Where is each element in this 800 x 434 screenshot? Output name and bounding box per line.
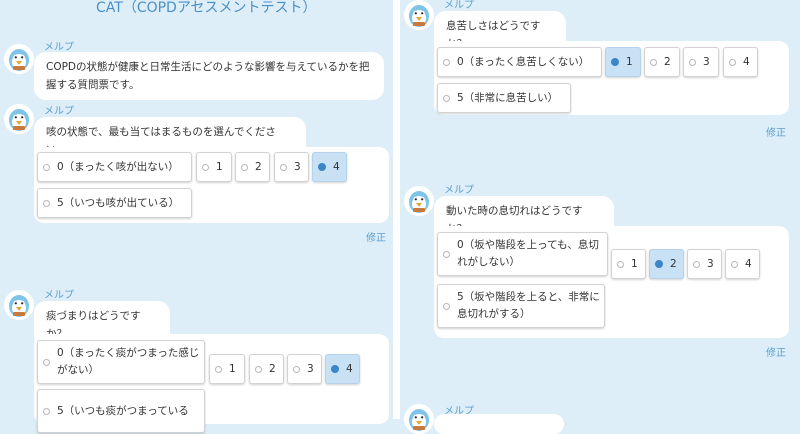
radio-icon (43, 407, 50, 415)
option-breathless-3[interactable]: 3 (683, 47, 719, 77)
chat-column-right: メルプ 息苦しさはどうですか？ 0（まったく息苦しくない） 1 2 3 4 5（… (400, 0, 800, 434)
radio-icon (255, 365, 262, 373)
option-label: 4 (745, 257, 752, 270)
option-label: 3 (307, 362, 314, 375)
penguin-avatar-icon (404, 404, 434, 434)
option-cough-0[interactable]: 0（まったく咳が出ない） (37, 152, 192, 182)
option-breathless-4[interactable]: 4 (723, 47, 758, 77)
chat-column-left: CAT（COPDアセスメントテスト） メルプ COPDの状態が健康と日常生活にど… (0, 0, 393, 433)
option-phlegm-1[interactable]: 1 (209, 354, 245, 384)
option-label: 0（坂や階段を上っても、息切れがしない） (457, 239, 599, 268)
option-label: 1 (626, 55, 633, 68)
option-exertion-1[interactable]: 1 (611, 249, 646, 279)
sender-name: メルプ (44, 106, 74, 117)
option-label: 1 (216, 160, 223, 173)
option-label: 3 (703, 55, 710, 68)
option-label: 2 (664, 55, 671, 68)
option-breathless-0[interactable]: 0（まったく息苦しくない） (437, 47, 602, 77)
radio-icon (650, 58, 657, 66)
edit-answer-button[interactable]: 修正 (766, 344, 786, 359)
option-label: 1 (229, 362, 236, 375)
edit-answer-button[interactable]: 修正 (366, 229, 386, 244)
option-phlegm-2[interactable]: 2 (249, 354, 284, 384)
radio-icon (443, 94, 450, 102)
radio-icon (611, 58, 619, 66)
radio-icon (280, 163, 287, 171)
option-label: 0（まったく痰がつまった感じがない） (57, 347, 200, 376)
column-divider (393, 0, 400, 419)
radio-icon (202, 163, 209, 171)
option-label: 5（坂や階段を上ると、非常に息切れがする） (457, 291, 600, 320)
radio-icon (43, 199, 50, 207)
radio-icon (43, 358, 50, 366)
radio-icon (443, 302, 450, 310)
penguin-avatar-icon (4, 44, 34, 74)
option-label: 2 (255, 160, 262, 173)
option-label: 2 (670, 257, 677, 270)
option-breathless-5[interactable]: 5（非常に息苦しい） (437, 83, 571, 113)
option-label: 0（まったく息苦しくない） (457, 55, 590, 68)
radio-icon (43, 163, 50, 171)
option-exertion-3[interactable]: 3 (687, 249, 722, 279)
option-cough-5[interactable]: 5（いつも咳が出ている） (37, 188, 192, 218)
option-label: 4 (743, 55, 750, 68)
option-phlegm-0[interactable]: 0（まったく痰がつまった感じがない） (37, 340, 205, 384)
radio-icon (729, 58, 736, 66)
penguin-avatar-icon (4, 104, 34, 134)
message-bubble: COPDの状態が健康と日常生活にどのような影響を与えているかを把握する質問票です… (34, 52, 384, 100)
edit-answer-button[interactable]: 修正 (766, 124, 786, 139)
radio-icon (318, 163, 326, 171)
option-exertion-4[interactable]: 4 (725, 249, 760, 279)
sender-name: メルプ (44, 290, 74, 301)
penguin-avatar-icon (404, 186, 434, 216)
option-label: 4 (346, 362, 353, 375)
option-phlegm-4[interactable]: 4 (325, 354, 360, 384)
option-exertion-0[interactable]: 0（坂や階段を上っても、息切れがしない） (437, 232, 608, 276)
answer-panel-cough: 0（まったく咳が出ない） 1 2 3 4 5（いつも咳が出ている） (34, 147, 389, 223)
penguin-avatar-icon (404, 0, 434, 30)
radio-icon (617, 260, 624, 268)
radio-icon (241, 163, 248, 171)
option-cough-1[interactable]: 1 (196, 152, 232, 182)
radio-icon (443, 250, 450, 258)
answer-panel-phlegm: 0（まったく痰がつまった感じがない） 1 2 3 4 5（いつも痰がつまっている (34, 334, 389, 433)
option-phlegm-3[interactable]: 3 (287, 354, 322, 384)
option-breathless-2[interactable]: 2 (644, 47, 680, 77)
option-label: 2 (269, 362, 276, 375)
option-label: 3 (707, 257, 714, 270)
option-cough-2[interactable]: 2 (235, 152, 270, 182)
option-cough-4[interactable]: 4 (312, 152, 347, 182)
sender-name: メルプ (44, 42, 74, 53)
radio-icon (689, 58, 696, 66)
option-exertion-5[interactable]: 5（坂や階段を上ると、非常に息切れがする） (437, 284, 605, 328)
option-label: 5（非常に息苦しい） (457, 91, 559, 104)
page-title: CAT（COPDアセスメントテスト） (96, 0, 317, 16)
radio-icon (693, 260, 700, 268)
radio-icon (443, 58, 450, 66)
radio-icon (731, 260, 738, 268)
radio-icon (215, 365, 222, 373)
radio-icon (331, 365, 339, 373)
option-label: 3 (294, 160, 301, 173)
sender-name: メルプ (444, 0, 474, 11)
radio-icon (655, 260, 663, 268)
option-label: 4 (333, 160, 340, 173)
answer-panel-breathless: 0（まったく息苦しくない） 1 2 3 4 5（非常に息苦しい） (434, 41, 789, 115)
option-phlegm-5[interactable]: 5（いつも痰がつまっている (37, 389, 205, 433)
option-cough-3[interactable]: 3 (274, 152, 309, 182)
penguin-avatar-icon (4, 290, 34, 320)
radio-icon (293, 365, 300, 373)
option-label: 1 (631, 257, 638, 270)
message-bubble (434, 414, 564, 434)
option-label: 5（いつも痰がつまっている (57, 404, 189, 417)
answer-panel-exertion: 0（坂や階段を上っても、息切れがしない） 1 2 3 4 5（坂や階段を上ると、… (434, 226, 789, 338)
option-label: 5（いつも咳が出ている） (57, 196, 180, 209)
option-breathless-1[interactable]: 1 (605, 47, 641, 77)
option-exertion-2[interactable]: 2 (649, 249, 684, 279)
option-label: 0（まったく咳が出ない） (57, 160, 179, 173)
sender-name: メルプ (444, 185, 474, 196)
